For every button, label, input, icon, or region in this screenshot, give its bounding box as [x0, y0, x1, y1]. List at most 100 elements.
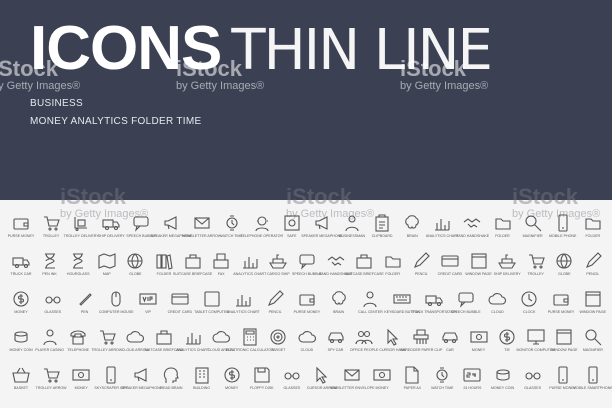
trolley-icon — [99, 330, 116, 345]
icon-cell: CAR — [439, 328, 461, 366]
icon-label: WINDOW PAGE — [465, 272, 492, 276]
folder-icon — [385, 256, 401, 268]
icon-row: PURSE MONEY TROLLEY TROLLEY DELIVERY SHIP D… — [7, 214, 604, 252]
vip-icon — [139, 293, 157, 305]
icon-label: TROLLEY DELIVERY — [63, 234, 99, 238]
icon-cell: SUITCASE BRIEFCASE — [344, 252, 384, 290]
icon-cell: FOLDER — [492, 214, 514, 252]
ship-icon — [498, 254, 517, 269]
icon-cell: SUITCASE BRIEFCASE — [173, 252, 212, 290]
clock-icon — [521, 291, 537, 307]
icon-label: GLASSES — [283, 386, 301, 390]
icon-cell: CREDIT CARD — [167, 290, 193, 328]
ship-icon — [269, 254, 288, 269]
icon-label: PENCIL — [268, 310, 282, 314]
window-icon — [556, 329, 572, 345]
handshake-icon — [327, 256, 344, 266]
trolley-icon — [44, 216, 60, 231]
phone-icon — [588, 366, 598, 384]
icon-row: MONEY COIN PLAYER CASINO TELEPHONE TROLLEY … — [9, 328, 604, 366]
h24-icon — [463, 368, 481, 382]
icon-cell: OFFICE PEOPLE — [350, 328, 378, 366]
icon-cell: COMPUTER MOUSE — [99, 290, 134, 328]
icon-cell: HOURGLASS — [67, 252, 89, 290]
icon-cell: 24 HOURS — [461, 366, 483, 404]
books-icon — [156, 254, 173, 270]
icon-cell: TABLET COMPUTER — [194, 290, 229, 328]
icon-cell: ELECTRONIC CALCULATOR — [226, 328, 274, 366]
chart-icon — [435, 219, 450, 231]
icon-cell: PEN INK — [39, 252, 61, 290]
watch-icon — [226, 215, 238, 231]
truck-icon — [12, 257, 30, 269]
icon-cell: GLASSES — [522, 366, 544, 404]
icon-cell: MONEY COIN — [491, 366, 514, 404]
icon-cell: TELEPHONE OPERATOR — [240, 214, 283, 252]
icon-label: MOBILE PHONE — [549, 234, 577, 238]
icon-cell: CLOUD — [486, 290, 508, 328]
icon-label: TRUCK CAR — [10, 272, 32, 276]
icon-label: SUITCASE BRIEFCASE — [344, 272, 384, 276]
icon-cell: FAX — [210, 252, 232, 290]
icon-cell: ANALYTICS CHART — [176, 328, 209, 366]
icon-label: PEN INK — [42, 272, 57, 276]
window-icon — [585, 291, 601, 307]
dollar-icon — [499, 329, 515, 345]
speech-icon — [133, 216, 149, 232]
icon-label: GLOBE — [129, 272, 142, 276]
icon-label: TROLLEY ARROW — [35, 386, 67, 390]
icon-label: CLOUD — [300, 348, 314, 352]
icon-label: NEWSLETTER ARROW — [182, 234, 222, 238]
calculator-icon — [243, 328, 257, 346]
icon-cell: WATCH TIME — [431, 366, 453, 404]
icon-label: CREDIT CARD — [167, 310, 193, 314]
icon-cell: CLOUD — [296, 328, 318, 366]
trolley-icon — [528, 254, 545, 269]
chart-icon — [236, 295, 251, 307]
icon-label: MAGNIFIER — [522, 234, 543, 238]
coins-icon — [14, 331, 28, 343]
icon-label: CARGO SHIP — [267, 272, 290, 276]
paper-icon — [405, 366, 419, 384]
icon-cell: SHREDDER PAPER CLIP — [400, 328, 442, 366]
icon-label: PURSE MONEY — [547, 310, 575, 314]
icon-label: WATCH TIME — [220, 234, 243, 238]
icon-cell: MOBILE PHONE — [549, 214, 577, 252]
icon-cell: TROLLEY — [40, 214, 62, 252]
magnifier-icon — [525, 215, 541, 232]
trolley-icon — [44, 368, 60, 383]
icon-cell: CLIPBOARD — [371, 214, 393, 252]
pencil-icon — [414, 252, 431, 268]
icon-cell: SAFE — [281, 214, 303, 252]
icon-cell: MONITOR COMPUTER — [516, 328, 555, 366]
icon-cell: PURSE MONEY — [547, 290, 575, 328]
icon-cell: MAP — [96, 252, 118, 290]
icon-cell: CLOCK — [518, 290, 540, 328]
icon-label: PURSE MONEY — [7, 234, 35, 238]
shredder-icon — [413, 329, 429, 344]
icon-label: PENCIL — [586, 272, 600, 276]
icon-label: MONEY — [471, 348, 486, 352]
mouse-icon — [111, 291, 121, 307]
dollar-icon — [13, 291, 29, 307]
chart-icon — [185, 333, 201, 345]
icon-cell: CURSOR ARROW — [307, 366, 337, 404]
folder-icon — [585, 218, 601, 230]
icon-cell: HAND HANDSHAKE — [319, 252, 352, 290]
icon-cell: TROLLEY ARROW — [91, 328, 122, 366]
clipboard-icon — [375, 214, 389, 232]
icon-row: MONEY GLASSES PEN COMPUTER MOUSE VIP CREDIT C… — [10, 290, 606, 328]
icon-label: TELEPHONE OPERATOR — [240, 234, 284, 238]
icon-label: VIP — [145, 310, 151, 314]
icon-cell: NEWSLETTER ENVELOPE — [330, 366, 375, 404]
money-icon — [373, 369, 391, 381]
icon-label: SUITCASE BRIEFCASE — [172, 272, 213, 276]
icon-grid: PURSE MONEY TROLLEY TROLLEY DELIVERY SHIP D… — [7, 214, 612, 404]
envelope-icon — [344, 369, 360, 381]
icon-cell: MOBILE SMARTPHONE — [573, 366, 612, 404]
watch-icon — [436, 367, 448, 383]
icon-label: TROLLEY — [527, 272, 544, 276]
icon-cell: SPY CAR — [325, 328, 347, 366]
icon-label: BUILDING — [193, 386, 211, 390]
fax-icon — [213, 253, 229, 269]
